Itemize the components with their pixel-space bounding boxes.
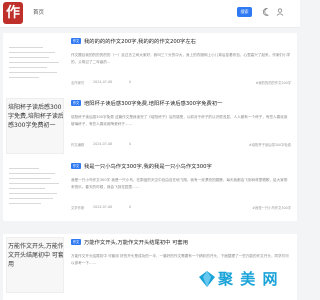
watermark-text: 聚 美 网 xyxy=(218,270,279,288)
view-count: 0 xyxy=(129,142,132,146)
article-thumbnail[interactable] xyxy=(3,33,65,96)
view-count: 0 xyxy=(129,205,132,209)
article-thumbnail[interactable]: 万能作文开头,万能作文开头结尾初中 可套用 xyxy=(6,237,64,293)
search-button[interactable]: 搜索 xyxy=(237,7,252,17)
article-title[interactable]: 培阳杯子读后感300字免费,培阳杯子读后感300字免费初一 xyxy=(84,99,222,107)
publish-date: 2024-07-08 xyxy=(93,142,113,146)
article-title[interactable]: 万能作文开头,万能作文开头结尾初中 可套用 xyxy=(84,238,188,246)
article-meta: 名作家们 2024-07-08 0 #我的的的的作文200字 xyxy=(71,80,291,86)
article-meta: 文学作家 2024-07-08 0 #我是一只小鸟作文300字 xyxy=(71,205,291,211)
article-excerpt: 我是一只小鸟作文300字 我是一只小鸟，在蔚蓝的天空中自由自在地飞翔，我有一双漂… xyxy=(71,178,288,189)
thumbnail-text: 万能作文开头,万能作文开头结尾初中 可套用 xyxy=(8,243,64,268)
article-excerpt: 作文题目我的的的的的的（一）走过去之间大家好，我叫三丫头的中大，身上的衣服和上小… xyxy=(71,53,291,64)
user-icon[interactable] xyxy=(276,7,284,17)
article-meta: 作文编辑 2024-07-08 0 #培阳杯子读后感300字免费 xyxy=(71,142,291,148)
category-tag[interactable]: 作文 xyxy=(71,163,81,169)
article-excerpt: 培阳杯子读后感300字免费 这篇作文是我读完了《培阳杯子》后的感受，以前对于杯子… xyxy=(71,115,288,126)
author-name[interactable]: 文学作家 xyxy=(71,205,84,210)
author-name[interactable]: 名作家们 xyxy=(71,80,84,85)
article-keyword-tag[interactable]: #我的的的的作文200字 xyxy=(256,80,291,85)
article-thumbnail[interactable] xyxy=(3,158,65,221)
moon-icon[interactable] xyxy=(262,7,270,17)
gem-icon xyxy=(198,270,216,288)
site-logo[interactable]: 作 xyxy=(3,2,23,24)
thumbnail-text: 培阳杯子读后感300字免费,培阳杯子读后感300字免费初一 xyxy=(8,104,64,129)
category-tag[interactable]: 作文 xyxy=(71,239,81,245)
nav-home-link[interactable]: 首页 xyxy=(33,8,44,16)
article-card[interactable]: 培阳杯子读后感300字免费,培阳杯子读后感300字免费初一 作文 培阳杯子读后感… xyxy=(3,95,297,158)
article-card[interactable]: 作文 我的的的的作文200字,我的的的作文200字左右 作文题目我的的的的的的（… xyxy=(3,33,297,96)
author-name[interactable]: 作文编辑 xyxy=(71,142,84,147)
article-keyword-tag[interactable]: #我是一只小鸟作文300字 xyxy=(252,205,291,210)
category-tag[interactable]: 作文 xyxy=(71,38,81,44)
article-title[interactable]: 我是一只小鸟作文300字,我的我是一只小鸟作文300字 xyxy=(84,162,212,170)
article-keyword-tag[interactable]: #培阳杯子读后感300字免费 xyxy=(249,142,291,147)
category-tag[interactable]: 作文 xyxy=(71,100,81,106)
top-bar: 作 首页 搜索 xyxy=(0,0,300,28)
watermark: 聚 美 网 xyxy=(196,268,296,298)
publish-date: 2024-07-08 xyxy=(93,205,113,209)
article-title[interactable]: 我的的的的作文200字,我的的的作文200字左右 xyxy=(84,37,196,45)
view-count: 0 xyxy=(129,80,132,84)
publish-date: 2024-07-08 xyxy=(93,80,113,84)
article-card[interactable]: 作文 我是一只小鸟作文300字,我的我是一只小鸟作文300字 我是一只小鸟作文3… xyxy=(3,158,297,221)
article-excerpt: 万能作文开头结尾初中 可套用 好的开头是成功的一半，一篇好的作文需要有一个精彩的… xyxy=(71,254,289,265)
article-thumbnail[interactable]: 培阳杯子读后感300字免费,培阳杯子读后感300字免费初一 xyxy=(6,98,64,154)
